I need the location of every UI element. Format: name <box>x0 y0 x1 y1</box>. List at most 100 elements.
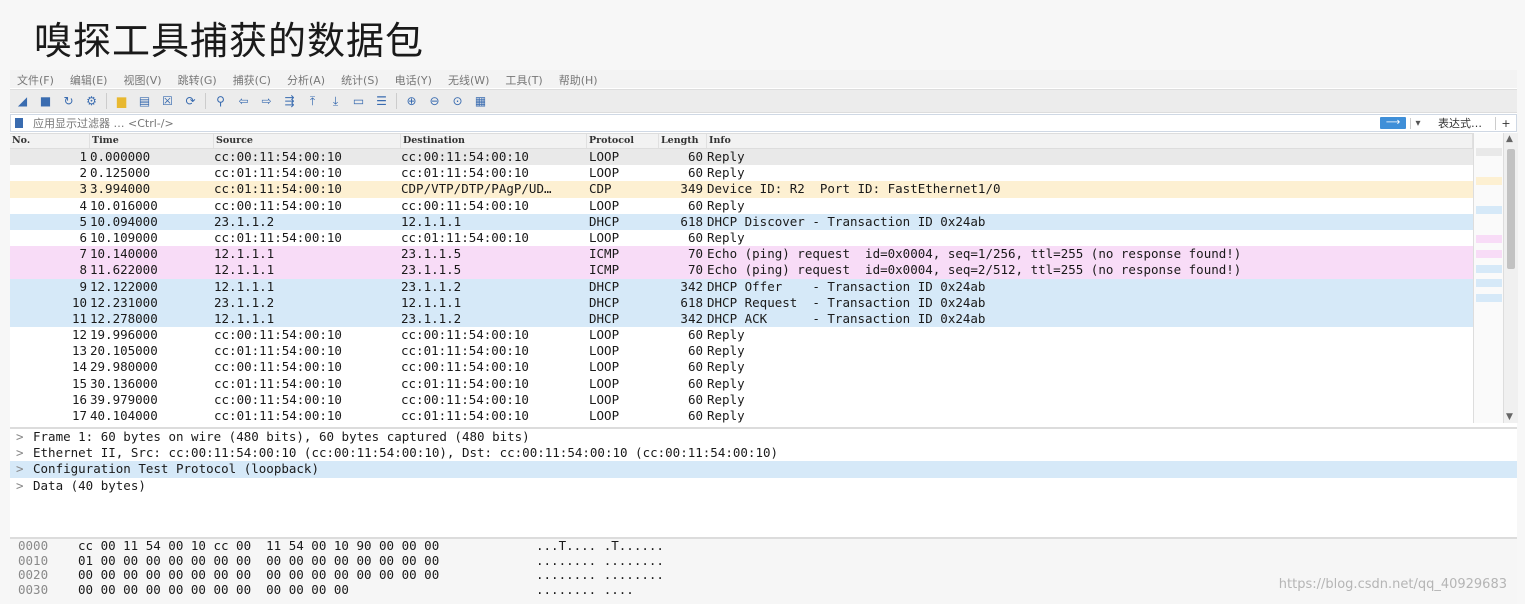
bytes-ascii[interactable]: ........ .... <box>536 582 736 598</box>
go-back-arrow-icon[interactable]: ⇦ <box>235 93 252 110</box>
bytes-hex[interactable]: 01 00 00 00 00 00 00 00 00 00 00 00 00 0… <box>78 553 536 569</box>
menu-item[interactable]: 视图(V) <box>116 70 170 88</box>
column-header-source[interactable]: Source <box>214 134 401 148</box>
packet-row[interactable]: 7 10.140000 12.1.1.1 23.1.1.5 ICMP 70 Echo (pi… <box>10 246 1473 263</box>
packet-row[interactable]: 4 10.016000 cc:00:11:54:00:10 cc:00:11:54:0… <box>10 197 1473 214</box>
packet-info: DHCP Discover - Transaction ID 0x24ab <box>707 213 986 229</box>
reload-icon[interactable]: ⟳ <box>182 93 199 110</box>
last-packet-icon[interactable]: ⤓ <box>327 93 344 110</box>
bytes-ascii[interactable]: ...T.... .T...... <box>536 538 736 554</box>
detail-tree-item[interactable]: > Data (40 bytes) <box>10 478 1517 494</box>
menu-item[interactable]: 文件(F) <box>10 70 63 88</box>
packet-info: Reply <box>707 408 745 423</box>
column-header-length[interactable]: Length <box>659 134 707 148</box>
packet-row[interactable]: 13 20.105000 cc:01:11:54:00:10 cc:01:11:54:… <box>10 343 1473 360</box>
expand-chevron-icon[interactable]: > <box>16 461 33 477</box>
packet-list-scrollbar[interactable]: ▲ ▼ <box>1503 133 1518 423</box>
packet-no: 16 <box>71 391 87 407</box>
packet-time: 29.980000 <box>90 359 158 375</box>
options-gear-icon[interactable]: ⚙ <box>83 93 100 110</box>
packet-row[interactable]: 14 29.980000 cc:00:11:54:00:10 cc:00:11:54:… <box>10 359 1473 376</box>
packet-row[interactable]: 1 0.000000 cc:00:11:54:00:10 cc:00:11:54:00… <box>10 149 1473 166</box>
column-header-destination[interactable]: Destination <box>401 134 587 148</box>
packet-destination: cc:00:11:54:00:10 <box>401 149 529 164</box>
open-folder-icon[interactable]: ▆ <box>113 93 130 110</box>
colorize-icon[interactable]: ☰ <box>373 93 390 110</box>
packet-list: No. Time Source Destination Protocol Len… <box>10 133 1473 425</box>
first-packet-icon[interactable]: ⤒ <box>304 93 321 110</box>
menu-item[interactable]: 工具(T) <box>498 70 551 88</box>
add-filter-button[interactable]: + <box>1495 116 1516 130</box>
packet-minimap[interactable] <box>1473 133 1504 423</box>
shark-fin-start-icon[interactable]: ◢ <box>14 93 31 110</box>
menu-item[interactable]: 电话(Y) <box>388 70 441 88</box>
display-filter-input[interactable]: 应用显示过滤器 … <Ctrl-/> <box>33 115 1380 131</box>
packet-row[interactable]: 16 39.979000 cc:00:11:54:00:10 cc:00:11:54:… <box>10 391 1473 408</box>
menu-item[interactable]: 编辑(E) <box>63 70 117 88</box>
bytes-ascii[interactable]: ........ ........ <box>536 568 736 583</box>
packet-row[interactable]: 12 19.996000 cc:00:11:54:00:10 cc:00:11:54:… <box>10 327 1473 344</box>
zoom-in-icon[interactable]: ⊕ <box>403 93 420 110</box>
packet-source: cc:01:11:54:00:10 <box>214 343 342 359</box>
packet-protocol: CDP <box>589 181 612 197</box>
close-file-icon[interactable]: ☒ <box>159 93 176 110</box>
packet-row[interactable]: 6 10.109000 cc:01:11:54:00:10 cc:01:11:54:0… <box>10 229 1473 247</box>
menu-item[interactable]: 统计(S) <box>334 70 388 88</box>
normal-size-icon[interactable]: ⊙ <box>449 93 466 110</box>
expand-chevron-icon[interactable]: > <box>16 445 33 461</box>
resize-columns-icon[interactable]: ▦ <box>472 93 489 110</box>
packet-row[interactable]: 11 12.278000 12.1.1.1 23.1.1.2 DHCP 342 DHCP A… <box>10 310 1473 328</box>
packet-row[interactable]: 10 12.231000 23.1.1.2 12.1.1.1 DHCP 618 DHCP R… <box>10 294 1473 311</box>
filter-bookmark-icon[interactable] <box>15 118 23 128</box>
zoom-out-icon[interactable]: ⊖ <box>426 93 443 110</box>
packet-length: 60 <box>687 197 703 213</box>
bytes-hex[interactable]: 00 00 00 00 00 00 00 00 00 00 00 00 <box>78 582 536 598</box>
go-forward-arrow-icon[interactable]: ⇨ <box>258 93 275 110</box>
expand-chevron-icon[interactable]: > <box>16 429 33 445</box>
packet-row[interactable]: 2 0.125000 cc:01:11:54:00:10 cc:01:11:54:00… <box>10 165 1473 182</box>
restart-icon[interactable]: ↻ <box>60 93 77 110</box>
packet-no: 12 <box>71 327 87 343</box>
packet-no: 3 <box>79 181 87 197</box>
packet-row[interactable]: 5 10.094000 23.1.1.2 12.1.1.1 DHCP 618 DHCP Di… <box>10 213 1473 230</box>
bytes-ascii[interactable]: ........ ........ <box>536 553 736 569</box>
packet-row[interactable]: 3 3.994000 cc:01:11:54:00:10 CDP/VTP/DTP/PA… <box>10 181 1473 198</box>
scrollbar-thumb[interactable] <box>1507 149 1515 269</box>
expand-chevron-icon[interactable]: > <box>16 478 33 494</box>
scroll-down-icon[interactable]: ▼ <box>1506 412 1513 422</box>
column-header-time[interactable]: Time <box>90 134 214 148</box>
filter-history-dropdown[interactable]: ▾ <box>1410 117 1425 129</box>
menu-item[interactable]: 帮助(H) <box>552 70 607 88</box>
stop-square-icon[interactable]: ■ <box>37 93 54 110</box>
column-header-protocol[interactable]: Protocol <box>587 134 659 148</box>
find-magnifier-icon[interactable]: ⚲ <box>212 93 229 110</box>
save-file-icon[interactable]: ▤ <box>136 93 153 110</box>
packet-no: 4 <box>79 197 87 213</box>
toolbar-separator <box>396 93 397 109</box>
menu-item[interactable]: 无线(W) <box>441 70 498 88</box>
packet-row[interactable]: 9 12.122000 12.1.1.1 23.1.1.2 DHCP 342 DHCP Of… <box>10 278 1473 295</box>
packet-row[interactable]: 8 11.622000 12.1.1.1 23.1.1.5 ICMP 70 Echo (pi… <box>10 262 1473 279</box>
packet-row[interactable]: 17 40.104000 cc:01:11:54:00:10 cc:01:11:54:… <box>10 408 1473 425</box>
bytes-hex[interactable]: cc 00 11 54 00 10 cc 00 11 54 00 10 90 0… <box>78 538 536 554</box>
bytes-row: 0010 01 00 00 00 00 00 00 00 00 00 00 00 … <box>10 553 1517 569</box>
packet-destination: 23.1.1.2 <box>401 278 462 294</box>
packet-row[interactable]: 15 30.136000 cc:01:11:54:00:10 cc:01:11:54:… <box>10 375 1473 392</box>
column-header-info[interactable]: Info <box>707 134 1473 148</box>
scroll-up-icon[interactable]: ▲ <box>1506 134 1513 144</box>
column-header-no[interactable]: No. <box>10 134 90 148</box>
autoscroll-icon[interactable]: ▭ <box>350 93 367 110</box>
packet-no: 5 <box>79 213 87 229</box>
packet-info: Reply <box>707 229 745 245</box>
menu-item[interactable]: 跳转(G) <box>171 70 226 88</box>
bytes-offset: 0000 <box>18 538 49 553</box>
menu-item[interactable]: 分析(A) <box>280 70 334 88</box>
go-to-packet-icon[interactable]: ⇶ <box>281 93 298 110</box>
detail-tree-item[interactable]: > Ethernet II, Src: cc:00:11:54:00:10 (cc… <box>10 445 1517 461</box>
menu-item[interactable]: 捕获(C) <box>226 70 280 88</box>
apply-filter-arrow-icon[interactable]: ⟶ <box>1380 117 1406 129</box>
detail-tree-item[interactable]: > Frame 1: 60 bytes on wire (480 bits), 6… <box>10 429 1517 445</box>
expression-button[interactable]: 表达式… <box>1425 115 1495 131</box>
detail-tree-item[interactable]: > Configuration Test Protocol (loopback) <box>10 461 1517 478</box>
bytes-hex[interactable]: 00 00 00 00 00 00 00 00 00 00 00 00 00 0… <box>78 568 536 583</box>
